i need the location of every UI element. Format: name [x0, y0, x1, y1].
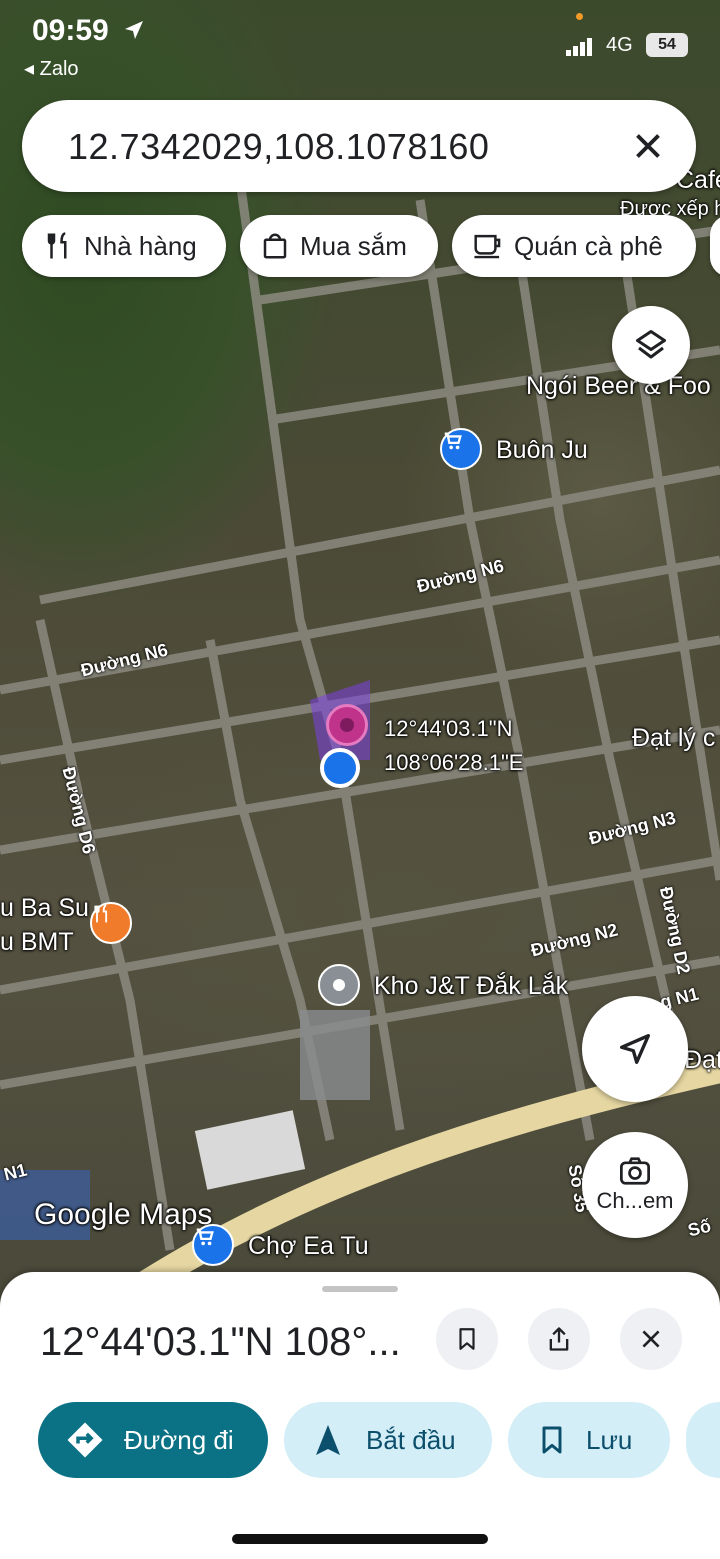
chip-label: Mua sắm	[300, 230, 407, 261]
place-label[interactable]: u Ba Su	[0, 894, 89, 923]
place-label[interactable]: Chợ Ea Tu	[248, 1232, 369, 1261]
pin-latitude-label: 12°44'03.1"N	[384, 716, 513, 741]
directions-icon	[67, 1422, 103, 1458]
close-sheet-button[interactable]	[620, 1308, 682, 1370]
chip-restaurants[interactable]: Nhà hàng	[22, 215, 226, 277]
category-chips: Nhà hàng Mua sắm Quán cà phê	[0, 215, 720, 277]
back-to-app-link[interactable]: ◂ Zalo	[24, 56, 79, 81]
status-time: 09:59	[32, 14, 109, 47]
more-actions-button[interactable]	[686, 1402, 720, 1478]
back-app-label: Zalo	[39, 58, 79, 80]
share-button[interactable]	[528, 1308, 590, 1370]
layers-icon	[636, 330, 666, 359]
map-roads-layer	[0, 179, 720, 1300]
battery-indicator: 54	[646, 33, 688, 57]
close-icon[interactable]	[630, 128, 666, 164]
chip-label: Quán cà phê	[514, 230, 663, 261]
place-label[interactable]: Đạt lý c	[632, 724, 715, 753]
camera-icon	[620, 1157, 650, 1185]
place-label[interactable]: Kho J&T Đắk Lắk	[374, 972, 568, 1001]
directions-label: Đường đi	[124, 1424, 234, 1455]
share-icon	[549, 1327, 569, 1351]
place-label[interactable]: Đạt	[684, 1046, 720, 1075]
place-label[interactable]: Buôn Ju	[496, 436, 588, 465]
place-label[interactable]: u BMT	[0, 928, 74, 957]
shopping-bag-icon	[263, 233, 287, 259]
restaurant-icon	[47, 232, 67, 259]
save-label: Lưu	[586, 1424, 633, 1455]
start-navigation-button[interactable]: Bắt đầu	[284, 1402, 492, 1478]
restaurant-pin-icon[interactable]	[90, 902, 132, 944]
start-label: Bắt đầu	[366, 1424, 456, 1455]
navigation-icon	[316, 1425, 340, 1455]
shopping-pin-icon[interactable]	[440, 428, 482, 470]
chip-shopping[interactable]: Mua sắm	[240, 215, 438, 277]
close-icon	[642, 1330, 660, 1348]
shopping-pin-icon[interactable]	[192, 1224, 234, 1266]
camera-button-label: Ch...em	[596, 1188, 674, 1213]
my-location-button[interactable]	[582, 996, 688, 1102]
coffee-icon	[474, 234, 501, 259]
layers-button[interactable]	[612, 306, 690, 384]
chip-coffee[interactable]: Quán cà phê	[452, 215, 696, 277]
place-title: 12°44'03.1"N 108°...	[40, 1320, 401, 1364]
signal-icon	[566, 38, 592, 56]
place-bottom-sheet[interactable]: 12°44'03.1"N 108°... Đường đi Bắt đầu Lư…	[0, 1272, 720, 1559]
google-maps-watermark: Google Maps	[34, 1198, 213, 1231]
navigation-arrow-icon	[620, 1034, 650, 1064]
save-bookmark-button[interactable]	[436, 1308, 498, 1370]
network-type: 4G	[606, 34, 633, 56]
place-pin-icon[interactable]	[318, 964, 360, 1006]
chip-label: Nhà hàng	[84, 230, 197, 261]
search-input[interactable]: 12.7342029,108.1078160	[68, 126, 489, 168]
chip-more[interactable]	[710, 215, 720, 277]
sheet-drag-handle[interactable]	[322, 1286, 398, 1292]
directions-button[interactable]: Đường đi	[38, 1402, 268, 1478]
status-bar: 09:59 ◂ Zalo 4G 54	[0, 0, 720, 90]
map-view[interactable]: Cafe Được xếp h Ngói Beer & Foo Buôn Ju …	[0, 0, 720, 1300]
bookmark-icon	[542, 1426, 562, 1454]
location-arrow-icon	[125, 21, 143, 39]
bookmark-icon	[459, 1328, 475, 1350]
current-location-dot	[320, 748, 360, 788]
pin-longitude-label: 108°06'28.1"E	[384, 750, 524, 775]
home-indicator[interactable]	[232, 1534, 488, 1544]
privacy-indicator	[576, 13, 583, 20]
camera-search-button[interactable]: Ch...em	[582, 1132, 688, 1238]
place-label[interactable]: Ngói Beer & Foo	[526, 372, 711, 401]
save-button[interactable]: Lưu	[508, 1402, 670, 1478]
dropped-pin-icon[interactable]	[326, 704, 368, 746]
search-bar[interactable]: 12.7342029,108.1078160	[22, 100, 696, 192]
